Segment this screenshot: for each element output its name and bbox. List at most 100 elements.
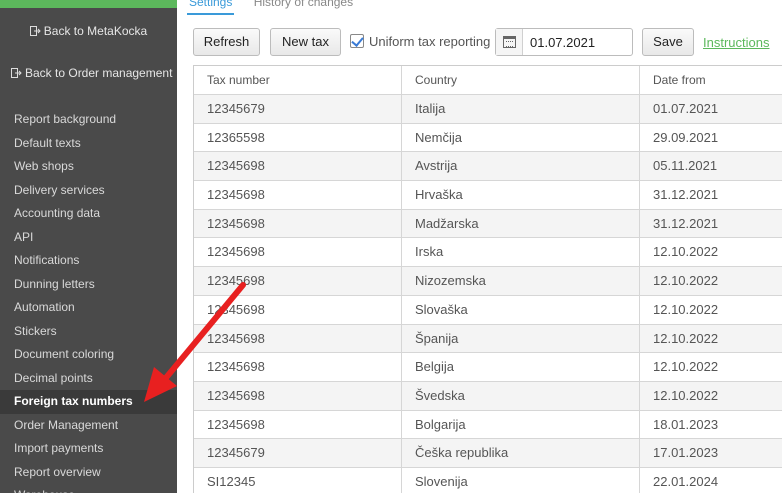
country-cell: Švedska: [401, 381, 639, 410]
tax-number-cell: 12345698: [207, 359, 265, 375]
exit-icon: [11, 67, 22, 78]
refresh-button[interactable]: Refresh: [193, 28, 260, 56]
tax-number-cell: 12345698: [207, 187, 265, 203]
table-row[interactable]: 12345698 Švedska 12.10.2022: [194, 381, 782, 411]
table-row[interactable]: SI12345 Slovenija 22.01.2024: [194, 467, 782, 493]
date-from-cell: 29.09.2021: [639, 123, 782, 152]
tax-number-cell: 12345698: [207, 330, 265, 346]
date-from-cell: 05.11.2021: [639, 152, 782, 181]
tax-numbers-table: Tax number Country Date from 12345679 It…: [193, 65, 782, 493]
table-row[interactable]: 12345698 Slovaška 12.10.2022: [194, 295, 782, 325]
date-from-cell: 18.01.2023: [639, 410, 782, 439]
sidebar-item-accounting-data[interactable]: Accounting data: [0, 202, 177, 226]
date-field[interactable]: 01.07.2021: [495, 28, 633, 56]
tax-number-cell: 12345679: [207, 445, 265, 461]
sidebar-item-notifications[interactable]: Notifications: [0, 249, 177, 273]
country-cell: Bolgarija: [401, 410, 639, 439]
table-row[interactable]: 12345698 Avstrija 05.11.2021: [194, 152, 782, 182]
date-from-cell: 12.10.2022: [639, 353, 782, 381]
tax-number-cell: 12345698: [207, 301, 265, 317]
table-row[interactable]: 12345698 Nizozemska 12.10.2022: [194, 267, 782, 296]
date-from-cell: 01.07.2021: [639, 95, 782, 123]
sidebar-item-document-coloring[interactable]: Document coloring: [0, 343, 177, 367]
column-header-date-from[interactable]: Date from: [639, 66, 782, 94]
tax-number-cell: 12345698: [207, 215, 265, 231]
sidebar-item-warehouse[interactable]: Warehouse: [0, 484, 177, 493]
date-from-cell: 31.12.2021: [639, 209, 782, 238]
tax-number-cell: 12345698: [207, 387, 265, 403]
table-row[interactable]: 12345698 Hrvaška 31.12.2021: [194, 181, 782, 210]
exit-icon: [29, 25, 41, 36]
back-to-metakocka-link[interactable]: Back to MetaKocka: [0, 24, 177, 38]
table-row[interactable]: 12345679 Italija 01.07.2021: [194, 95, 782, 124]
country-cell: Belgija: [401, 353, 639, 381]
new-tax-button[interactable]: New tax: [270, 28, 341, 56]
date-value[interactable]: 01.07.2021: [530, 35, 595, 50]
tax-number-cell: 12345679: [207, 101, 265, 116]
tab-history-of-changes[interactable]: History of changes: [252, 0, 355, 9]
instructions-link[interactable]: Instructions: [703, 35, 769, 50]
date-from-cell: 12.10.2022: [639, 238, 782, 267]
country-cell: Irska: [401, 238, 639, 267]
sidebar-item-automation[interactable]: Automation: [0, 296, 177, 320]
date-from-cell: 12.10.2022: [639, 267, 782, 295]
back-to-order-management-label: Back to Order management: [25, 66, 173, 80]
date-from-cell: 17.01.2023: [639, 439, 782, 467]
table-row[interactable]: 12345679 Češka republika 17.01.2023: [194, 439, 782, 468]
sidebar-item-dunning-letters[interactable]: Dunning letters: [0, 273, 177, 297]
sidebar-item-api[interactable]: API: [0, 226, 177, 250]
tax-number-cell: 12345698: [207, 416, 265, 432]
date-from-cell: 12.10.2022: [639, 324, 782, 353]
main-content: Settings History of changes Refresh New …: [177, 0, 782, 493]
country-cell: Nemčija: [401, 123, 639, 152]
sidebar-item-order-management[interactable]: Order Management: [0, 414, 177, 438]
tax-number-cell: 12345698: [207, 273, 265, 289]
uniform-tax-reporting-checkbox[interactable]: [350, 34, 364, 48]
table-header-row: Tax number Country Date from: [194, 66, 782, 95]
country-cell: Španija: [401, 324, 639, 353]
column-header-tax-number[interactable]: Tax number: [194, 66, 401, 94]
tab-bar: Settings History of changes: [187, 0, 369, 15]
calendar-icon: [503, 36, 516, 48]
tax-number-cell: 12345698: [207, 244, 265, 260]
tax-number-cell: 12365598: [207, 129, 265, 145]
sidebar-item-report-background[interactable]: Report background: [0, 108, 177, 132]
tax-number-cell: 12345698: [207, 158, 265, 174]
tab-settings[interactable]: Settings: [187, 0, 235, 15]
table-row[interactable]: 12365598 Nemčija 29.09.2021: [194, 123, 782, 153]
tax-number-cell: SI12345: [207, 473, 256, 489]
uniform-tax-reporting-label: Uniform tax reporting: [369, 34, 491, 49]
table-row[interactable]: 12345698 Španija 12.10.2022: [194, 324, 782, 354]
back-to-order-management-link[interactable]: Back to Order management: [0, 66, 177, 80]
date-from-cell: 12.10.2022: [639, 381, 782, 410]
calendar-button[interactable]: [496, 29, 523, 55]
sidebar-item-decimal-points[interactable]: Decimal points: [0, 367, 177, 391]
sidebar-item-report-overview[interactable]: Report overview: [0, 461, 177, 485]
settings-menu: Report background Default texts Web shop…: [0, 108, 177, 493]
save-button[interactable]: Save: [642, 28, 694, 56]
date-from-cell: 12.10.2022: [639, 295, 782, 324]
sidebar-item-import-payments[interactable]: Import payments: [0, 437, 177, 461]
sidebar-item-foreign-tax-numbers[interactable]: Foreign tax numbers: [0, 390, 177, 414]
country-cell: Hrvaška: [401, 181, 639, 209]
sidebar-item-delivery-services[interactable]: Delivery services: [0, 179, 177, 203]
country-cell: Italija: [401, 95, 639, 123]
sidebar: Back to MetaKocka Back to Order manageme…: [0, 0, 177, 493]
country-cell: Slovenija: [401, 467, 639, 493]
country-cell: Slovaška: [401, 295, 639, 324]
table-row[interactable]: 12345698 Bolgarija 18.01.2023: [194, 410, 782, 440]
sidebar-top-bar: [0, 0, 177, 8]
column-header-country[interactable]: Country: [401, 66, 639, 94]
sidebar-item-web-shops[interactable]: Web shops: [0, 155, 177, 179]
table-row[interactable]: 12345698 Belgija 12.10.2022: [194, 353, 782, 382]
date-from-cell: 31.12.2021: [639, 181, 782, 209]
sidebar-item-stickers[interactable]: Stickers: [0, 320, 177, 344]
country-cell: Madžarska: [401, 209, 639, 238]
country-cell: Nizozemska: [401, 267, 639, 295]
sidebar-item-default-texts[interactable]: Default texts: [0, 132, 177, 156]
back-to-metakocka-label: Back to MetaKocka: [43, 24, 148, 38]
country-cell: Avstrija: [401, 152, 639, 181]
table-row[interactable]: 12345698 Madžarska 31.12.2021: [194, 209, 782, 239]
table-row[interactable]: 12345698 Irska 12.10.2022: [194, 238, 782, 268]
date-from-cell: 22.01.2024: [639, 467, 782, 493]
